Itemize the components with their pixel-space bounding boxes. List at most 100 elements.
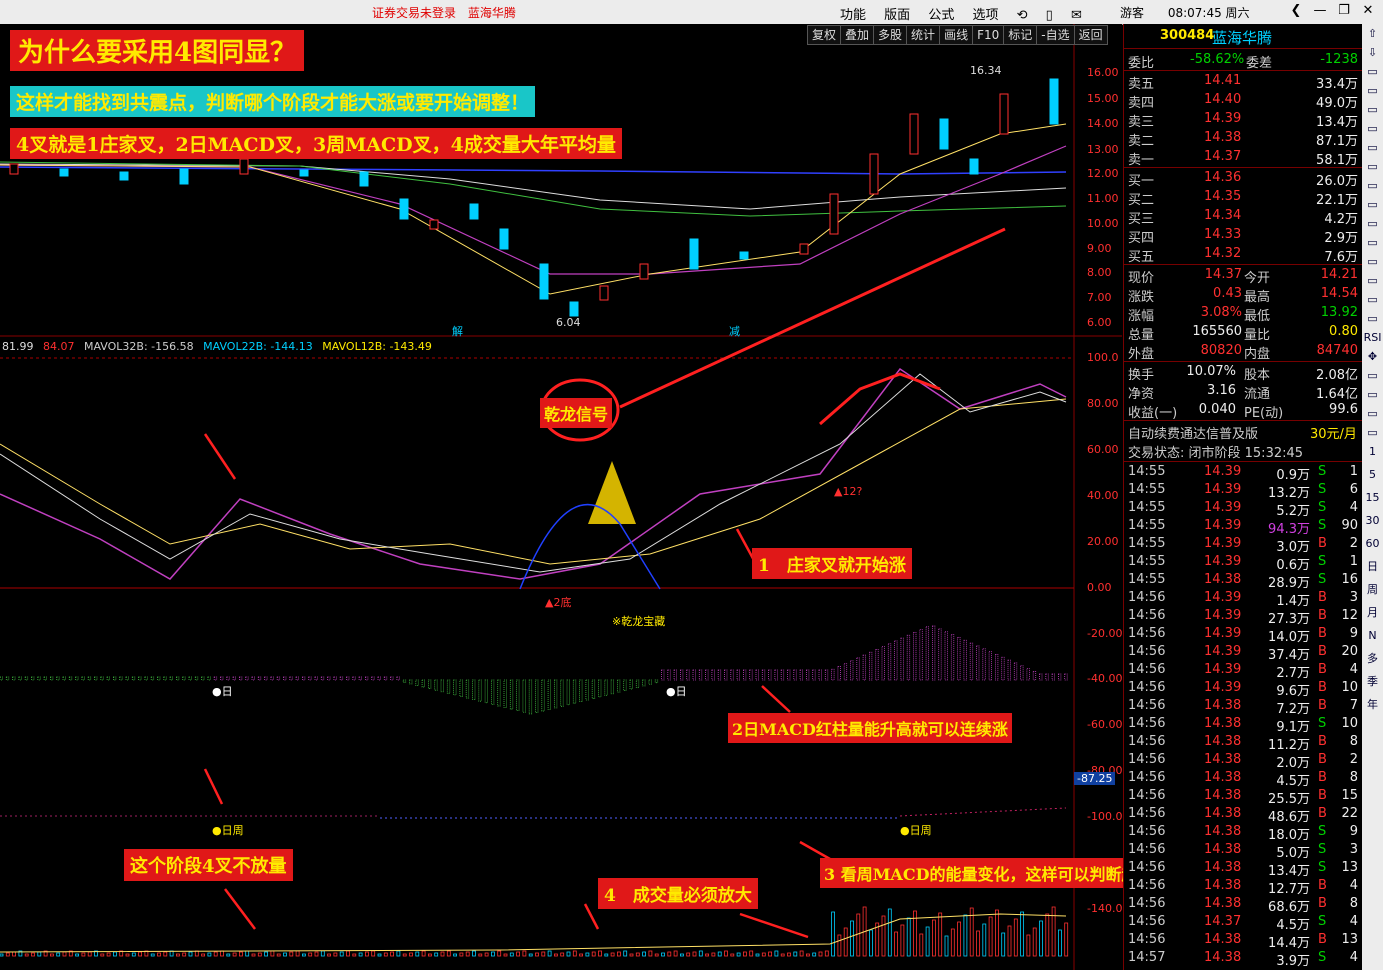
close-icon[interactable]: ✕: [1360, 3, 1376, 19]
side-tool-button[interactable]: 5: [1362, 465, 1383, 488]
restore-icon[interactable]: ❐: [1336, 3, 1352, 19]
indicator-white: [0, 373, 1067, 573]
back-icon[interactable]: ❮: [1288, 3, 1304, 19]
side-tool-button[interactable]: ⇧: [1362, 24, 1383, 43]
volume-bar: [724, 950, 728, 957]
phone-icon[interactable]: ▯: [1046, 8, 1053, 23]
volume-bar: [289, 951, 294, 957]
side-tool-button[interactable]: ⇩: [1362, 43, 1383, 62]
macd-bar: [768, 669, 772, 681]
side-tool-button[interactable]: ▭: [1362, 62, 1383, 81]
tick-price: 14.38: [1204, 932, 1242, 947]
side-tool-button[interactable]: 30: [1362, 511, 1383, 534]
toolbar-draw[interactable]: 画线: [939, 25, 974, 45]
promo-price[interactable]: 30元/月: [1310, 423, 1357, 442]
side-tool-button[interactable]: 多: [1362, 649, 1383, 672]
toolbar-return[interactable]: 返回: [1073, 25, 1108, 45]
menu-layout[interactable]: 版面: [884, 8, 910, 23]
kline-chart[interactable]: [0, 24, 1122, 970]
side-tool-button[interactable]: 周: [1362, 580, 1383, 603]
toolbar-watch[interactable]: -自选: [1036, 25, 1075, 45]
menu-function[interactable]: 功能: [840, 8, 866, 23]
toolbar-rights[interactable]: 复权: [807, 25, 842, 45]
side-tool-button[interactable]: 60: [1362, 534, 1383, 557]
side-tool-button[interactable]: ▭: [1362, 423, 1383, 442]
side-tool-button[interactable]: 日: [1362, 557, 1383, 580]
side-tool-button[interactable]: ▭: [1362, 157, 1383, 176]
side-tool-button[interactable]: 季: [1362, 672, 1383, 695]
volume-bar: [24, 953, 29, 957]
volume-bar: [547, 950, 552, 957]
side-tool-button[interactable]: ▭: [1362, 309, 1383, 328]
macd-bar: [982, 648, 986, 681]
menu-options[interactable]: 选项: [972, 8, 998, 23]
side-tool-button[interactable]: N: [1362, 626, 1383, 649]
ask-row: 卖二 14.38 87.1万: [1126, 129, 1360, 149]
macd-bar: [478, 679, 482, 702]
side-tool-button[interactable]: 15: [1362, 488, 1383, 511]
tick-time: 14:56: [1128, 662, 1166, 677]
toolbar-multi[interactable]: 多股: [873, 25, 908, 45]
side-tool-button[interactable]: 月: [1362, 603, 1383, 626]
macd-bar: [881, 646, 885, 681]
macd-bar: [755, 669, 759, 681]
menu-formula[interactable]: 公式: [928, 8, 954, 23]
side-tool-button[interactable]: ▭: [1362, 81, 1383, 100]
side-tool-button[interactable]: ▭: [1362, 100, 1383, 119]
side-tool-button[interactable]: ▭: [1362, 119, 1383, 138]
side-tool-button[interactable]: ▭: [1362, 176, 1383, 195]
candle: [539, 263, 549, 300]
candle: [569, 301, 579, 317]
side-tool-button[interactable]: ▭: [1362, 195, 1383, 214]
promo-row[interactable]: 自动续费通达信普及版 30元/月: [1126, 422, 1360, 442]
side-tool-button[interactable]: ▭: [1362, 138, 1383, 157]
volume-bar: [982, 923, 987, 957]
login-status[interactable]: 证券交易未登录: [372, 6, 456, 20]
refresh-icon[interactable]: ⟲: [1017, 8, 1028, 23]
side-tool-button[interactable]: ✥: [1362, 347, 1383, 366]
tick-price: 14.38: [1204, 770, 1242, 785]
stat-value: 14.37: [1204, 267, 1242, 282]
toolbar-mark[interactable]: 标记: [1003, 25, 1038, 45]
macd-bar: [245, 676, 249, 681]
macd-bar: [824, 669, 829, 681]
toolbar-f10[interactable]: F10: [972, 25, 1005, 45]
side-tool-button[interactable]: ▭: [1362, 366, 1383, 385]
side-tool-button[interactable]: 年: [1362, 695, 1383, 718]
toolbar-stats[interactable]: 统计: [906, 25, 941, 45]
volume-bar: [427, 953, 432, 957]
tick-volume: 3.9万: [1276, 954, 1310, 969]
macd-bar: [144, 676, 148, 681]
minimize-icon[interactable]: —: [1312, 3, 1328, 19]
side-tool-button[interactable]: ▭: [1362, 404, 1383, 423]
side-tool-button[interactable]: 1: [1362, 442, 1383, 465]
side-tool-button[interactable]: RSI: [1362, 328, 1383, 347]
side-tool-button[interactable]: ▭: [1362, 214, 1383, 233]
volume-bar: [673, 950, 678, 957]
toolbar-overlay[interactable]: 叠加: [840, 25, 875, 45]
volume-bar: [976, 930, 980, 957]
volume-bar: [264, 951, 269, 957]
macd-bar: [554, 679, 558, 709]
macd-bar: [276, 676, 281, 681]
side-tool-button[interactable]: ▭: [1362, 252, 1383, 271]
trade-status-row: 交易状态: 闭市阶段 15:32:45: [1126, 441, 1360, 461]
side-tool-button[interactable]: ▭: [1362, 385, 1383, 404]
promo-text[interactable]: 自动续费通达信普及版: [1128, 423, 1258, 442]
side-tool-button[interactable]: ▭: [1362, 271, 1383, 290]
volume-bar: [774, 950, 779, 957]
mail-icon[interactable]: ✉: [1071, 8, 1082, 23]
side-tool-button[interactable]: ▭: [1362, 290, 1383, 309]
candle: [59, 168, 69, 177]
macd-bar: [50, 676, 54, 681]
side-tool-button[interactable]: ▭: [1362, 233, 1383, 252]
macd-bar: [831, 668, 835, 681]
tick-price: 14.38: [1204, 752, 1242, 767]
tick-side: B: [1318, 680, 1327, 695]
stat-value: 1.64亿: [1316, 387, 1358, 402]
chart-panel[interactable]: [0, 24, 1122, 970]
tick-row: 14:56 14.39 2.7万 B 4: [1126, 661, 1360, 681]
macd-bar: [352, 676, 356, 681]
tick-side: S: [1318, 482, 1327, 497]
ind-tick: -60.00: [1087, 718, 1123, 731]
